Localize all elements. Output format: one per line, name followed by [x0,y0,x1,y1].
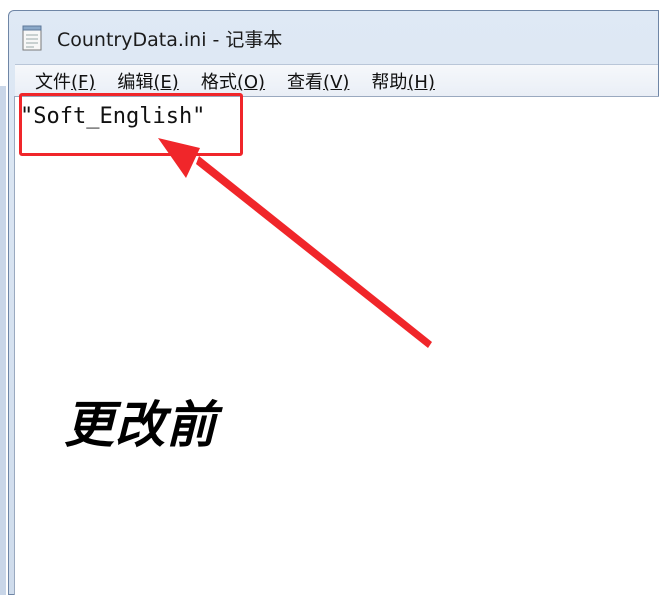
before-change-annotation: 更改前 [64,396,217,454]
menu-edit-accel: (E) [153,72,179,93]
menu-help[interactable]: 帮助(H) [365,68,441,94]
window-title: CountryData.ini - 记事本 [57,29,283,51]
menu-edit[interactable]: 编辑(E) [111,68,184,94]
menu-file-accel: (F) [71,72,96,93]
menu-format[interactable]: 格式(O) [195,68,271,94]
text-editor-area[interactable] [14,96,659,595]
menu-view-label: 查看 [287,72,324,93]
left-frame-strip [0,86,6,595]
menu-help-label: 帮助 [371,72,408,93]
title-bar[interactable]: CountryData.ini - 记事本 [9,11,658,63]
menu-file-label: 文件 [35,72,71,93]
menu-edit-label: 编辑 [117,72,154,93]
menu-view-accel: (V) [323,72,350,93]
menu-format-accel: (O) [236,72,266,93]
menu-file[interactable]: 文件(F) [29,68,101,94]
menu-format-label: 格式 [200,72,237,93]
menu-view[interactable]: 查看(V) [281,68,355,94]
notepad-icon [22,25,42,51]
highlight-box [19,93,243,156]
menu-help-accel: (H) [407,72,435,93]
